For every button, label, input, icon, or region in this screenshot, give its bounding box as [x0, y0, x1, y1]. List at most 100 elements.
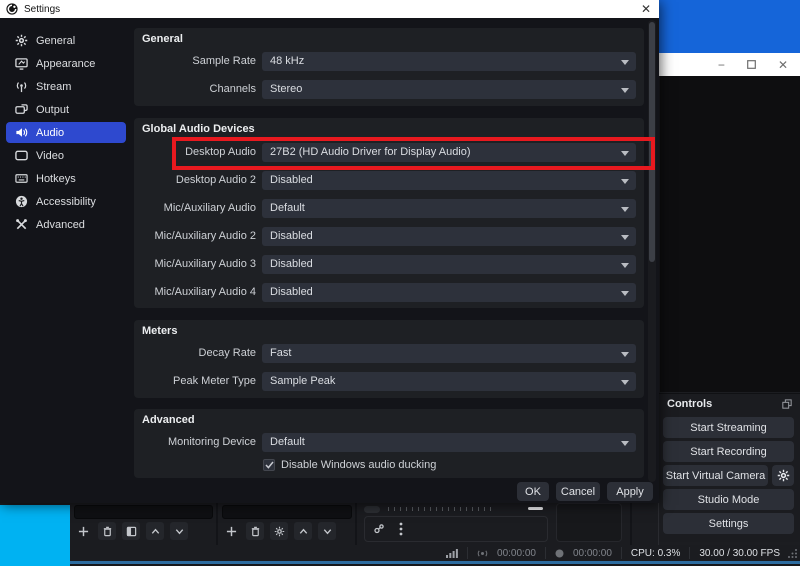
- stream-timer: 00:00:00: [497, 548, 536, 559]
- scene-up-button[interactable]: [146, 522, 164, 540]
- section-global-audio-devices: Global Audio Devices Desktop Audio 27B2 …: [134, 118, 644, 308]
- section-advanced: Advanced Monitoring Device Default Disab…: [134, 409, 644, 478]
- sidebar-item-label: Hotkeys: [36, 173, 76, 185]
- accessibility-icon: [15, 195, 28, 208]
- mic-aux-audio-2-select[interactable]: Disabled: [262, 227, 636, 246]
- desktop-audio-2-label: Desktop Audio 2: [134, 171, 256, 190]
- mixer-side-panel: [556, 503, 622, 542]
- maximize-icon: [747, 60, 756, 69]
- sidebar-item-label: Output: [36, 104, 69, 116]
- section-title: Global Audio Devices: [142, 123, 255, 135]
- source-up-button[interactable]: [294, 522, 312, 540]
- main-maximize-button[interactable]: [747, 59, 756, 71]
- status-bar: 00:00:00 00:00:00 CPU: 0.3% 30.00 / 30.0…: [70, 545, 800, 561]
- sidebar-item-output[interactable]: Output: [6, 99, 126, 120]
- settings-button[interactable]: Settings: [663, 513, 794, 534]
- scenes-list[interactable]: [74, 505, 213, 519]
- sidebar-item-general[interactable]: General: [6, 30, 126, 51]
- record-timer-icon: [555, 549, 564, 558]
- main-close-button[interactable]: ✕: [778, 59, 788, 71]
- chevron-down-icon: [621, 263, 629, 268]
- popout-icon[interactable]: [782, 399, 792, 409]
- dock-divider: [216, 503, 218, 545]
- advanced-audio-properties-button[interactable]: [373, 523, 385, 535]
- settings-dialog: Settings ✕ General Appearance Stream Out…: [0, 0, 659, 503]
- mic-aux-audio-select[interactable]: Default: [262, 199, 636, 218]
- mic-aux-audio-4-select[interactable]: Disabled: [262, 283, 636, 302]
- studio-mode-button[interactable]: Studio Mode: [663, 489, 794, 510]
- channels-select[interactable]: Stereo: [262, 80, 636, 99]
- chevron-down-icon: [621, 207, 629, 212]
- mic-aux-audio-2-label: Mic/Auxiliary Audio 2: [134, 227, 256, 246]
- sample-rate-select[interactable]: 48 kHz: [262, 52, 636, 71]
- record-timer: 00:00:00: [573, 548, 612, 559]
- sidebar-item-accessibility[interactable]: Accessibility: [6, 191, 126, 212]
- apply-button[interactable]: Apply: [607, 482, 653, 501]
- desktop-wallpaper-blue: [658, 0, 800, 53]
- checkbox-box: [263, 459, 275, 471]
- checkbox-label: Disable Windows audio ducking: [281, 459, 436, 471]
- chevron-down-icon: [621, 151, 629, 156]
- obs-logo-icon: [6, 3, 18, 15]
- sidebar-item-label: Accessibility: [36, 196, 96, 208]
- chevron-down-icon: [621, 291, 629, 296]
- start-streaming-button[interactable]: Start Streaming: [663, 417, 794, 438]
- remove-scene-button[interactable]: [98, 522, 116, 540]
- chevron-down-icon: [621, 352, 629, 357]
- scrollbar-thumb[interactable]: [649, 22, 655, 262]
- stream-health-icon: [446, 548, 458, 558]
- sidebar-item-stream[interactable]: Stream: [6, 76, 126, 97]
- sidebar-item-label: Audio: [36, 127, 64, 139]
- disable-audio-ducking-checkbox[interactable]: Disable Windows audio ducking: [263, 459, 436, 471]
- controls-title: Controls: [667, 398, 712, 410]
- add-scene-button[interactable]: [74, 522, 92, 540]
- volume-slider-handle[interactable]: [528, 507, 543, 510]
- desktop-wallpaper-cyan: [0, 505, 70, 566]
- decay-rate-label: Decay Rate: [134, 344, 256, 363]
- start-recording-button[interactable]: Start Recording: [663, 441, 794, 462]
- dock-divider: [355, 503, 357, 545]
- chevron-down-icon: [621, 88, 629, 93]
- section-title: Advanced: [142, 414, 195, 426]
- virtual-camera-config-button[interactable]: [772, 465, 794, 486]
- scenes-toolbar: [74, 520, 188, 542]
- cpu-usage: CPU: 0.3%: [631, 548, 680, 559]
- chevron-down-icon: [621, 60, 629, 65]
- sidebar-item-label: Advanced: [36, 219, 85, 231]
- cancel-button[interactable]: Cancel: [556, 482, 600, 501]
- volume-meter: [364, 503, 548, 515]
- sidebar-item-hotkeys[interactable]: Hotkeys: [6, 168, 126, 189]
- mixer-menu-button[interactable]: [399, 522, 403, 536]
- sidebar-item-advanced[interactable]: Advanced: [6, 214, 126, 235]
- hotkeys-icon: [15, 172, 28, 185]
- ok-button[interactable]: OK: [517, 482, 549, 501]
- sources-list[interactable]: [222, 505, 352, 519]
- sources-toolbar: [222, 520, 336, 542]
- sidebar-item-appearance[interactable]: Appearance: [6, 53, 126, 74]
- start-virtual-camera-button[interactable]: Start Virtual Camera: [663, 465, 768, 486]
- desktop-audio-2-select[interactable]: Disabled: [262, 171, 636, 190]
- peak-meter-type-select[interactable]: Sample Peak: [262, 372, 636, 391]
- scene-filters-button[interactable]: [122, 522, 140, 540]
- source-properties-button[interactable]: [270, 522, 288, 540]
- mic-aux-audio-3-label: Mic/Auxiliary Audio 3: [134, 255, 256, 274]
- mic-aux-audio-4-label: Mic/Auxiliary Audio 4: [134, 283, 256, 302]
- decay-rate-select[interactable]: Fast: [262, 344, 636, 363]
- sidebar-item-video[interactable]: Video: [6, 145, 126, 166]
- sidebar-item-audio[interactable]: Audio: [6, 122, 126, 143]
- desktop-audio-select[interactable]: 27B2 (HD Audio Driver for Display Audio): [262, 143, 636, 162]
- remove-source-button[interactable]: [246, 522, 264, 540]
- volume-meter-scale: [364, 506, 380, 513]
- source-down-button[interactable]: [318, 522, 336, 540]
- peak-meter-type-label: Peak Meter Type: [134, 372, 256, 391]
- add-source-button[interactable]: [222, 522, 240, 540]
- section-title: General: [142, 33, 183, 45]
- section-general: General Sample Rate 48 kHz Channels Ster…: [134, 28, 644, 106]
- fps-counter: 30.00 / 30.00 FPS: [699, 548, 780, 559]
- dialog-close-button[interactable]: ✕: [637, 0, 655, 18]
- main-minimize-button[interactable]: −: [718, 59, 725, 71]
- scene-down-button[interactable]: [170, 522, 188, 540]
- monitoring-device-select[interactable]: Default: [262, 433, 636, 452]
- settings-scrollbar[interactable]: [648, 20, 656, 482]
- mic-aux-audio-3-select[interactable]: Disabled: [262, 255, 636, 274]
